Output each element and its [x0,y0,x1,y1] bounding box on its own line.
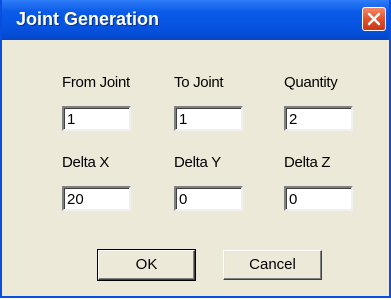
close-icon [367,12,381,26]
ok-button[interactable]: OK [97,249,196,281]
from-joint-label: From Joint [62,74,130,91]
cancel-button[interactable]: Cancel [223,250,322,280]
quantity-field[interactable]: 2 [284,106,353,131]
dialog-window: Joint Generation From Joint 1 To Joint 1… [0,0,391,298]
delta-y-field[interactable]: 0 [174,186,243,211]
quantity-label: Quantity [284,74,338,91]
to-joint-field[interactable]: 1 [174,106,243,131]
delta-x-field[interactable]: 20 [62,186,131,211]
from-joint-field[interactable]: 1 [62,106,131,131]
window-title: Joint Generation [16,9,160,29]
close-button[interactable] [362,7,386,31]
delta-z-field[interactable]: 0 [284,186,353,211]
delta-x-label: Delta X [62,154,110,171]
to-joint-label: To Joint [174,74,224,91]
delta-z-label: Delta Z [284,154,331,171]
delta-y-label: Delta Y [174,154,221,171]
title-bar[interactable]: Joint Generation [2,0,389,40]
